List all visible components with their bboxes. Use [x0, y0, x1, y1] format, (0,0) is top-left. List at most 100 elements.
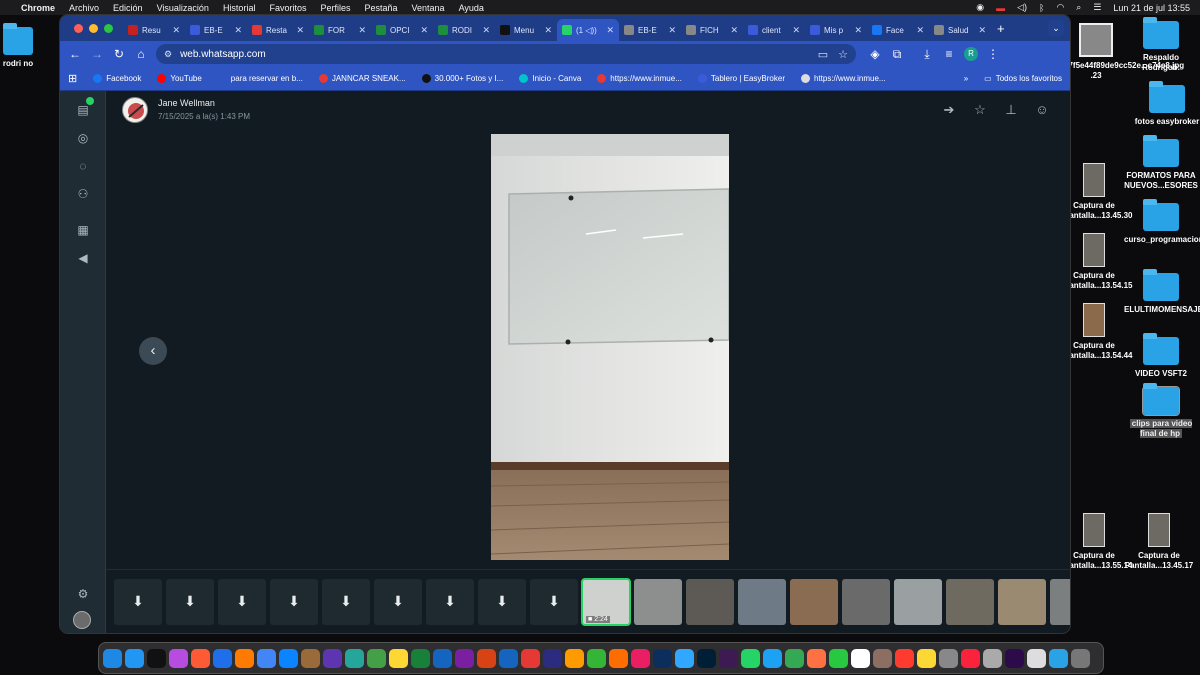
close-tab-icon[interactable]: ✕ [420, 25, 428, 36]
close-tab-icon[interactable]: ✕ [296, 25, 304, 36]
browser-tab[interactable]: EB-E ✕ [185, 19, 247, 41]
zoom-window-icon[interactable] [104, 23, 113, 33]
desktop-screenshot-4[interactable]: Captura de Pantalla...13.55.14 [1064, 513, 1133, 571]
media-download-slot[interactable]: ⬇ [530, 578, 578, 625]
browser-tab[interactable]: (1 ◁)) ✕ [557, 19, 619, 41]
forward-icon[interactable]: ➔ [940, 101, 958, 119]
dock-app-icon[interactable] [169, 648, 188, 668]
dock-app-icon[interactable] [873, 648, 892, 668]
dock-app-icon[interactable] [477, 648, 496, 668]
dock-app-icon[interactable] [301, 648, 320, 668]
browser-tab[interactable]: Mis p ✕ [805, 19, 867, 41]
close-tab-icon[interactable]: ✕ [730, 25, 738, 36]
settings-icon[interactable]: ⚙ [74, 585, 92, 603]
browser-tab[interactable]: RODI ✕ [433, 19, 495, 41]
advertise-icon[interactable]: ◀ [74, 249, 92, 267]
close-tab-icon[interactable]: ✕ [606, 25, 614, 36]
media-thumbnail[interactable] [998, 578, 1046, 625]
browser-tab[interactable]: client ✕ [743, 19, 805, 41]
dock-app-icon[interactable] [191, 648, 210, 668]
menubar-clock[interactable]: Lun 21 de jul 13:55 [1113, 3, 1190, 13]
dock-app-icon[interactable] [829, 648, 848, 668]
close-tab-icon[interactable]: ✕ [172, 25, 180, 36]
close-tab-icon[interactable]: ✕ [854, 25, 862, 36]
browser-tab[interactable]: EB-E ✕ [619, 19, 681, 41]
bookmark-item[interactable]: JANNCAR SNEAK... [311, 74, 414, 83]
media-thumbnail[interactable] [686, 578, 734, 625]
dock-app-icon[interactable] [345, 648, 364, 668]
dock-app-icon[interactable] [367, 648, 386, 668]
media-image[interactable] [491, 134, 729, 560]
browser-tab[interactable]: Salud ✕ [929, 19, 991, 41]
menu-perfiles[interactable]: Perfiles [313, 3, 357, 13]
media-download-slot[interactable]: ⬇ [478, 578, 526, 625]
reading-list-icon[interactable]: ≡ [938, 47, 960, 61]
pin-icon[interactable]: ⊥ [1002, 101, 1020, 119]
browser-tab[interactable]: OPCI ✕ [371, 19, 433, 41]
desktop-screenshot-1[interactable]: Captura de Pantalla...13.45.30 [1064, 163, 1133, 221]
status-icon[interactable]: ◎ [74, 129, 92, 147]
media-thumbnail[interactable] [1050, 578, 1070, 625]
close-tab-icon[interactable]: ✕ [358, 25, 366, 36]
minimize-window-icon[interactable] [89, 23, 98, 33]
control-center-icon[interactable]: ☰ [1093, 2, 1101, 13]
menu-pestana[interactable]: Pestaña [357, 3, 404, 13]
browser-tab[interactable]: FOR ✕ [309, 19, 371, 41]
extension-icon[interactable]: ◈ [864, 47, 886, 61]
previous-media-button[interactable]: ‹ [139, 337, 167, 365]
media-download-slot[interactable]: ⬇ [270, 578, 318, 625]
tab-search-icon[interactable]: ⌄ [1048, 20, 1064, 36]
bookmark-item[interactable]: YouTube [149, 74, 209, 83]
desktop-folder-curso[interactable]: curso_programacion. [1124, 199, 1200, 245]
desktop-folder-clips[interactable]: clips para video final de hp [1124, 383, 1198, 439]
communities-icon[interactable]: ⚇ [74, 185, 92, 203]
desktop-screenshot-2[interactable]: Captura de Pantalla...13.54.15 [1064, 233, 1133, 291]
forward-icon[interactable]: → [86, 47, 108, 61]
desktop-folder-formatos[interactable]: FORMATOS PARA NUEVOS...ESORES [1124, 135, 1198, 191]
media-thumbnail[interactable] [634, 578, 682, 625]
dock-app-icon[interactable] [521, 648, 540, 668]
desktop-folder-video[interactable]: VIDEO VSFT2 [1124, 333, 1198, 379]
dock-app-icon[interactable] [741, 648, 760, 668]
dock-app-icon[interactable] [543, 648, 562, 668]
dock-app-icon[interactable] [147, 648, 166, 668]
dock-app-icon[interactable] [433, 648, 452, 668]
media-download-slot[interactable]: ⬇ [426, 578, 474, 625]
dock-app-icon[interactable] [1005, 648, 1024, 668]
dock-app-icon[interactable] [499, 648, 518, 668]
bookmark-item[interactable]: para reservar en b... [210, 74, 311, 83]
star-icon[interactable]: ☆ [971, 101, 989, 119]
close-tab-icon[interactable]: ✕ [482, 25, 490, 36]
media-thumbnail[interactable] [842, 578, 890, 625]
site-settings-icon[interactable]: ⚙ [164, 49, 172, 60]
menu-ventana[interactable]: Ventana [405, 3, 452, 13]
profile-avatar[interactable] [73, 611, 91, 629]
dock-app-icon[interactable] [719, 648, 738, 668]
home-icon[interactable]: ⌂ [130, 47, 152, 61]
dock-app-icon[interactable] [411, 648, 430, 668]
media-download-slot[interactable]: ⬇ [374, 578, 422, 625]
dock-app-icon[interactable] [917, 648, 936, 668]
close-window-icon[interactable] [74, 23, 83, 33]
volume-icon[interactable]: ◁) [1017, 2, 1027, 13]
profile-avatar[interactable]: R [964, 47, 978, 61]
more-options-icon[interactable]: ⋮ [1064, 101, 1071, 119]
bookmark-star-icon[interactable]: ☆ [838, 48, 848, 61]
screen-record-icon[interactable]: ◉ [976, 2, 984, 13]
dock-app-icon[interactable] [565, 648, 584, 668]
close-tab-icon[interactable]: ✕ [668, 25, 676, 36]
browser-tab[interactable]: Face ✕ [867, 19, 929, 41]
bookmark-item[interactable]: https://www.inmue... [589, 74, 690, 83]
menu-ayuda[interactable]: Ayuda [452, 3, 491, 13]
dock-app-icon[interactable] [103, 648, 122, 668]
desktop-screenshot-5[interactable]: Captura de Pantalla...13.45.17 [1122, 513, 1196, 571]
download-icon[interactable]: ⤓ [916, 47, 938, 62]
dock-app-icon[interactable] [389, 648, 408, 668]
dock-app-icon[interactable] [455, 648, 474, 668]
browser-tab[interactable]: Resta ✕ [247, 19, 309, 41]
media-thumbnail[interactable] [946, 578, 994, 625]
close-tab-icon[interactable]: ✕ [978, 25, 986, 36]
bookmark-item[interactable]: Facebook [85, 74, 149, 83]
desktop-file-jpg[interactable]: 17f5e44f89de9cc52e...c74e8.jpg .23 [1064, 23, 1184, 81]
bluetooth-icon[interactable]: ᛒ [1039, 3, 1044, 13]
